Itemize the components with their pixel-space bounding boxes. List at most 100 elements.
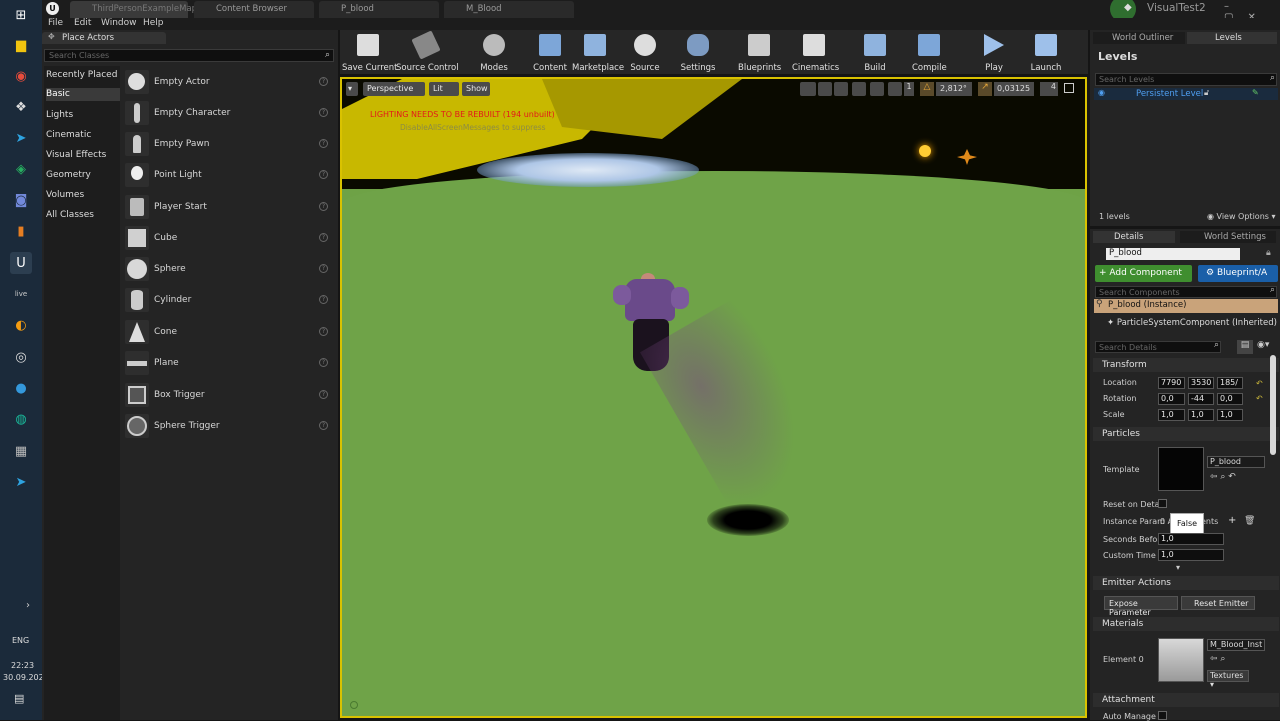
location-label[interactable]: Location xyxy=(1103,378,1137,387)
details-scrollbar[interactable] xyxy=(1270,355,1276,455)
location-x-field[interactable]: 7790 xyxy=(1158,377,1185,389)
actor-empty-actor[interactable]: Empty Actor? xyxy=(122,69,336,99)
actor-box-trigger[interactable]: Box Trigger? xyxy=(122,382,336,412)
rotation-y-field[interactable]: -44 xyxy=(1188,393,1214,405)
world-local-icon[interactable] xyxy=(852,82,866,96)
persistent-level-row[interactable]: ◉ Persistent Level 🔓︎ ✎ xyxy=(1094,88,1278,100)
surface-snap-icon[interactable] xyxy=(870,82,884,96)
seconds-before-field[interactable]: 1,0 xyxy=(1158,533,1224,545)
search-icon[interactable]: ⌕ xyxy=(1270,73,1275,83)
translate-icon[interactable] xyxy=(800,82,816,96)
grid-size[interactable]: 1 xyxy=(904,82,914,96)
search-icon[interactable]: ⌕ xyxy=(325,50,330,60)
lock-icon[interactable]: 🔒︎ xyxy=(1266,248,1271,258)
help-icon[interactable]: ? xyxy=(319,358,328,367)
search-classes-input[interactable]: Search Classes ⌕ xyxy=(44,49,334,62)
blueprints-button[interactable]: Blueprints xyxy=(738,34,781,74)
show-button[interactable]: Show xyxy=(462,82,490,96)
telegram-notify-icon[interactable]: ➤ xyxy=(10,471,32,493)
view-options-button[interactable]: ◉ View Options ▾ xyxy=(1207,212,1276,221)
help-icon[interactable]: ? xyxy=(319,108,328,117)
property-matrix-icon[interactable]: ▤ xyxy=(1237,340,1253,354)
help-icon[interactable]: ? xyxy=(319,139,328,148)
scale-label[interactable]: Scale xyxy=(1103,410,1125,419)
actor-empty-pawn[interactable]: Empty Pawn? xyxy=(122,131,336,161)
actor-cylinder[interactable]: Cylinder? xyxy=(122,287,336,317)
category-geometry[interactable]: Geometry xyxy=(46,170,91,180)
rotation-z-field[interactable]: 0,0 xyxy=(1217,393,1243,405)
category-lights[interactable]: Lights xyxy=(46,110,73,120)
compile-button[interactable]: Compile xyxy=(912,34,947,74)
level-viewport[interactable]: ▾ Perspective Lit Show LIGHTING NEEDS TO… xyxy=(340,77,1087,718)
content-button[interactable]: Content xyxy=(532,34,568,74)
help-icon[interactable]: ? xyxy=(319,327,328,336)
help-icon[interactable]: ? xyxy=(319,421,328,430)
marketplace-button[interactable]: Marketplace xyxy=(572,34,624,74)
add-component-button[interactable]: + Add Component xyxy=(1095,265,1192,282)
stats-app-icon[interactable]: ▮ xyxy=(10,220,32,242)
section-emitter-actions[interactable]: Emitter Actions xyxy=(1093,576,1279,590)
category-recently-placed[interactable]: Recently Placed xyxy=(46,70,117,80)
particle-component-row[interactable]: ✦ ParticleSystemComponent (Inherited) xyxy=(1107,318,1277,328)
save-current-button[interactable]: Save Current xyxy=(342,34,398,74)
search-icon[interactable]: ⌕ xyxy=(1270,285,1275,295)
green-app-icon[interactable]: ◈ xyxy=(10,158,32,180)
actor-empty-character[interactable]: Empty Character? xyxy=(122,100,336,130)
reset-arrow-icon[interactable]: ↶ xyxy=(1256,379,1263,388)
telegram-icon[interactable]: ➤ xyxy=(10,127,32,149)
file-explorer-icon[interactable]: ▆ xyxy=(10,34,32,56)
windows-start-icon[interactable]: ⊞ xyxy=(10,4,32,26)
textures-dropdown[interactable]: Textures ▾ xyxy=(1207,670,1249,689)
category-volumes[interactable]: Volumes xyxy=(46,190,84,200)
browser-app-icon[interactable]: ◐ xyxy=(10,314,32,336)
tab-content-browser[interactable]: Content Browser xyxy=(194,1,314,18)
section-particles[interactable]: Particles xyxy=(1093,427,1279,441)
settings-button[interactable]: Settings xyxy=(678,34,718,74)
source-button[interactable]: Source xyxy=(628,34,662,74)
build-button[interactable]: Build xyxy=(862,34,888,74)
pencil-icon[interactable]: ✎ xyxy=(1252,88,1259,97)
tab-map[interactable]: ThirdPersonExampleMap xyxy=(70,1,197,18)
sv-app-icon[interactable]: ● xyxy=(10,377,32,399)
reset-emitter-button[interactable]: Reset Emitter xyxy=(1181,596,1255,610)
actor-plane[interactable]: Plane? xyxy=(122,350,336,380)
launch-button[interactable]: Launch xyxy=(1030,34,1062,74)
actor-cube[interactable]: Cube? xyxy=(122,225,336,255)
place-actors-tab[interactable]: ✥ Place Actors xyxy=(42,32,166,44)
scale-snap-value[interactable]: 0,03125 xyxy=(994,82,1034,96)
source-control-button[interactable]: Source Control xyxy=(396,30,459,74)
material-dropdown[interactable]: M_Blood_Inst xyxy=(1207,639,1265,651)
rotation-label[interactable]: Rotation xyxy=(1103,394,1136,403)
template-dropdown[interactable]: P_blood xyxy=(1207,456,1265,468)
blueprint-button[interactable]: ⚙ Blueprint/A xyxy=(1198,265,1278,282)
cinematics-button[interactable]: Cinematics xyxy=(792,34,839,74)
scale-icon[interactable] xyxy=(834,82,848,96)
material-action-icons[interactable]: ⇦ ⌕ xyxy=(1210,654,1225,664)
language-indicator[interactable]: ENG xyxy=(12,636,29,645)
scale-snap-icon[interactable]: ↗ xyxy=(978,82,992,96)
maximize-viewport-icon[interactable] xyxy=(1064,83,1074,93)
auto-manage-checkbox[interactable] xyxy=(1158,711,1167,720)
discord-icon[interactable]: ◙ xyxy=(10,189,32,211)
search-levels-input[interactable]: Search Levels ⌕ xyxy=(1095,73,1277,86)
live-app-icon[interactable]: live xyxy=(10,283,32,305)
help-icon[interactable]: ? xyxy=(319,77,328,86)
material-thumbnail[interactable] xyxy=(1158,638,1204,682)
modes-button[interactable]: Modes xyxy=(476,34,512,74)
help-icon[interactable]: ? xyxy=(319,202,328,211)
expose-parameter-button[interactable]: Expose Parameter xyxy=(1104,596,1178,617)
search-components-input[interactable]: Search Components ⌕ xyxy=(1095,285,1277,298)
tab-world-outliner[interactable]: World Outliner xyxy=(1093,32,1185,44)
rotation-x-field[interactable]: 0,0 xyxy=(1158,393,1185,405)
tab-m-blood[interactable]: M_Blood xyxy=(444,1,574,18)
unreal-engine-icon[interactable]: U xyxy=(10,252,32,274)
chevron-right-icon[interactable]: › xyxy=(26,600,30,611)
camera-speed[interactable]: 4 xyxy=(1040,82,1058,96)
tab-levels[interactable]: Levels xyxy=(1187,32,1277,44)
location-z-field[interactable]: 185/ xyxy=(1217,377,1243,389)
rotation-snap-value[interactable]: 2,812° xyxy=(936,82,972,96)
category-all-classes[interactable]: All Classes xyxy=(46,210,94,220)
audio-app-icon[interactable]: ❖ xyxy=(10,96,32,118)
actor-name-input[interactable]: P_blood xyxy=(1106,248,1240,260)
actor-point-light[interactable]: Point Light? xyxy=(122,162,336,192)
